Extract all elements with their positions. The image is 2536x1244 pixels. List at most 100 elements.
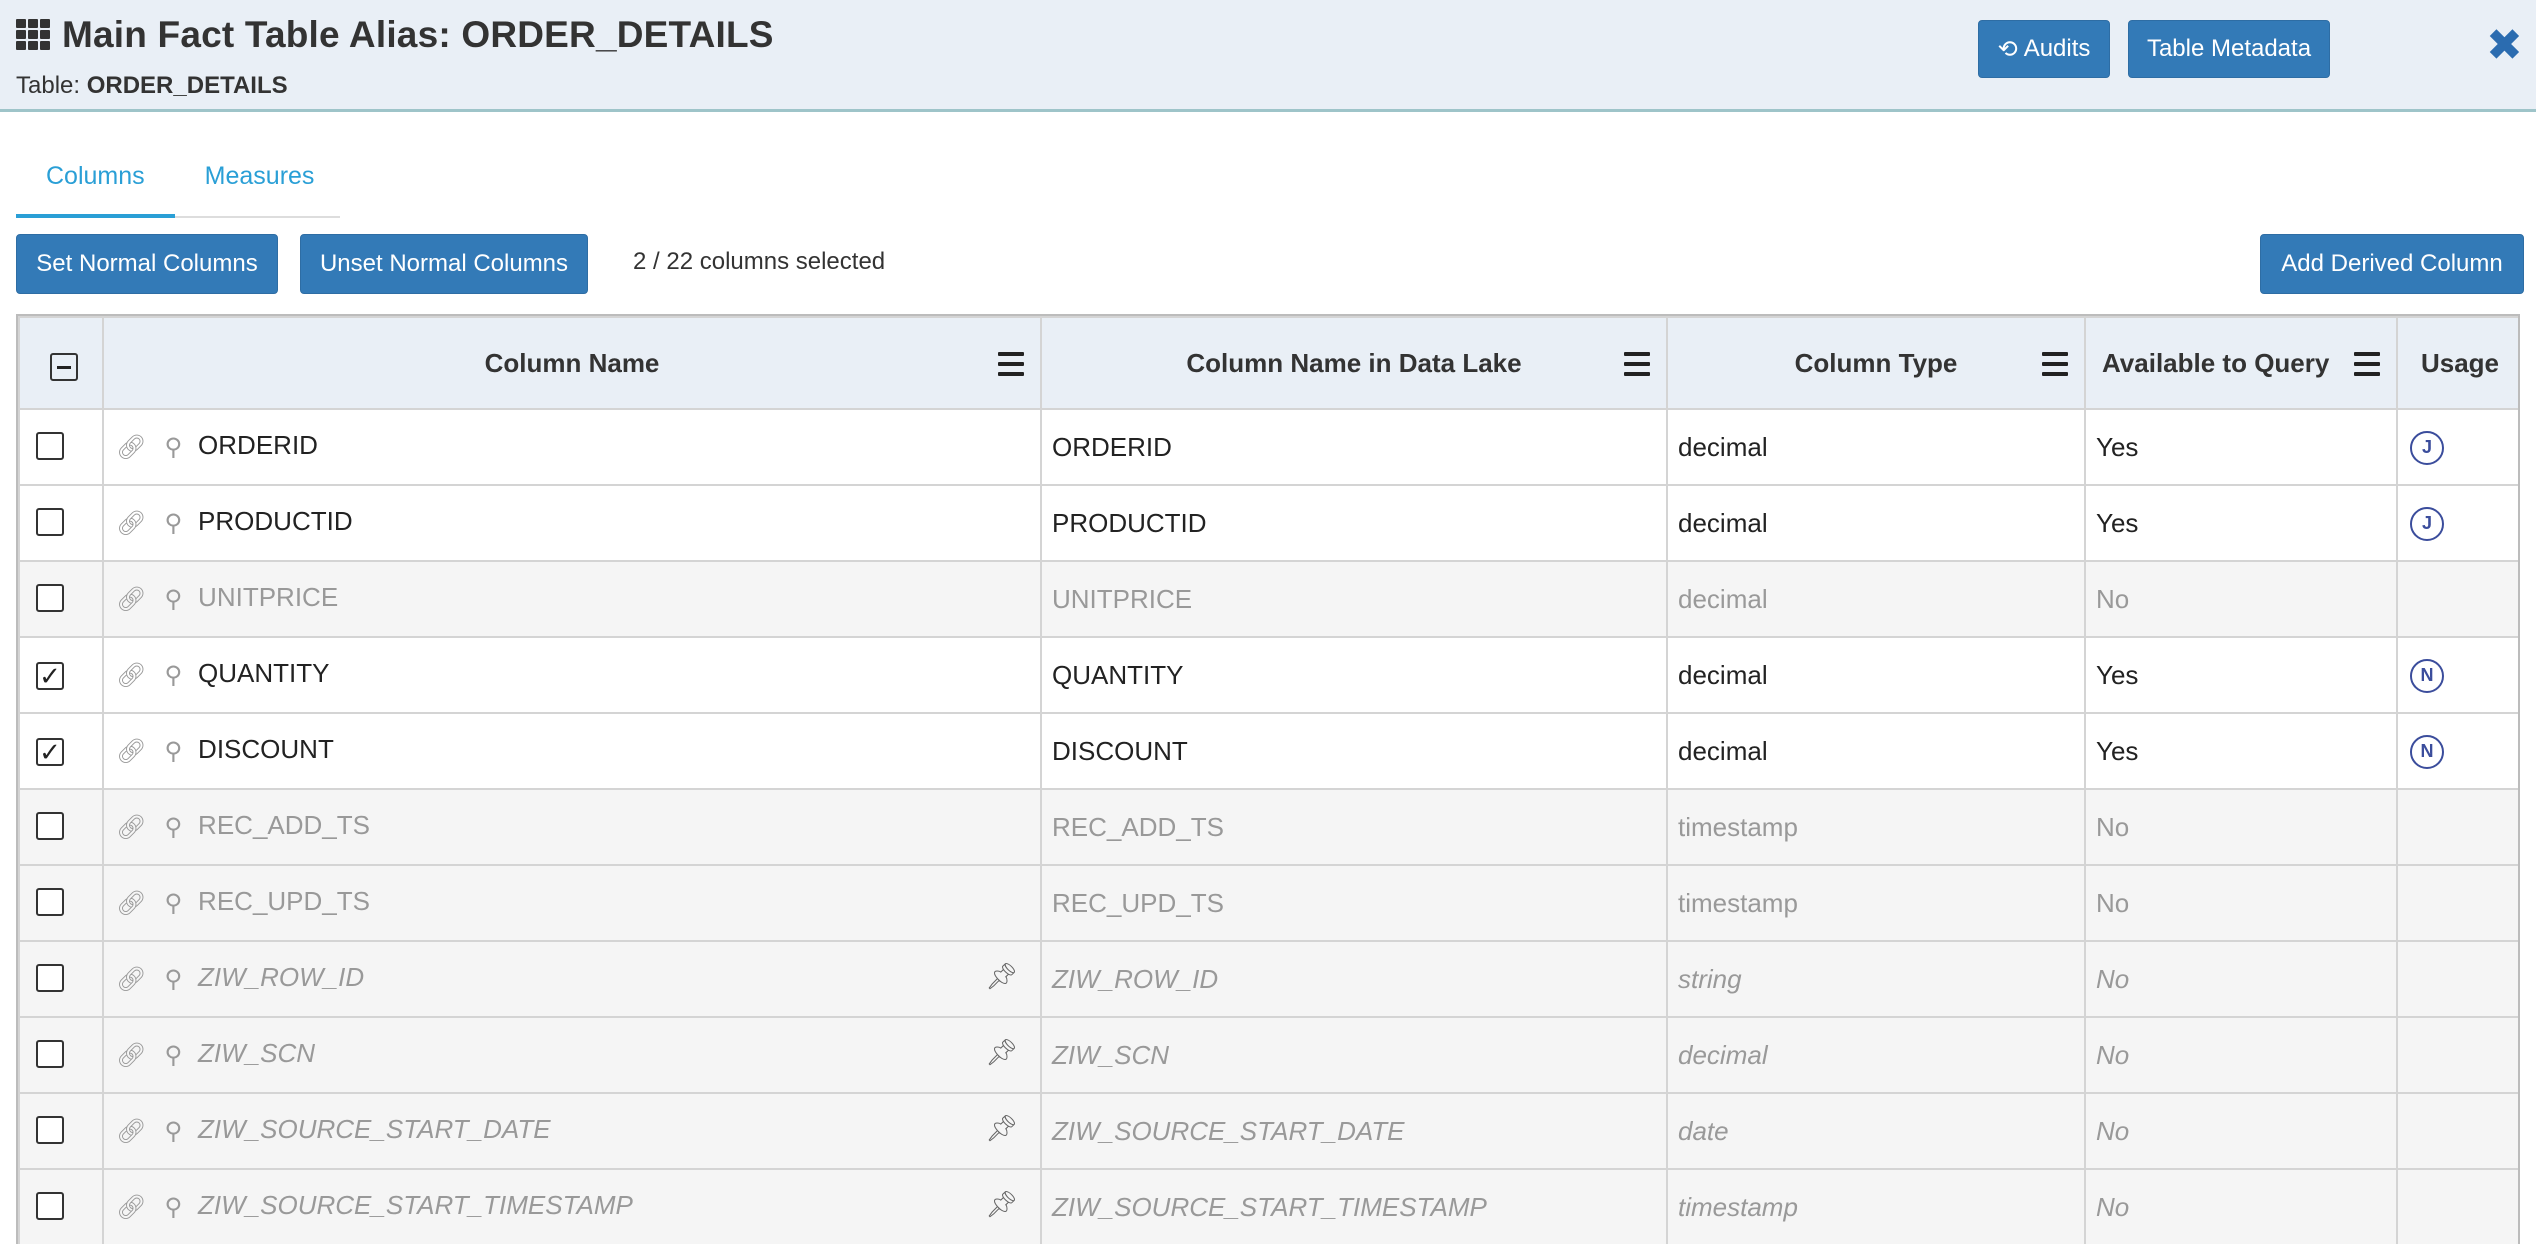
column-name: ORDERID xyxy=(198,429,318,460)
link-icon[interactable]: 🔗︎ xyxy=(116,661,146,690)
row-checkbox[interactable] xyxy=(36,507,64,536)
available-header[interactable]: Available to Query xyxy=(2084,316,2398,410)
usage-badge: J xyxy=(2410,506,2444,541)
table-row[interactable]: 🔗︎ ⚲ REC_UPD_TS REC_UPD_TS timestamp No xyxy=(18,864,2518,942)
column-name: QUANTITY xyxy=(198,657,330,688)
search-icon[interactable]: ⚲ xyxy=(164,433,182,462)
link-icon[interactable]: 🔗︎ xyxy=(116,1193,146,1222)
column-type-cell: decimal xyxy=(1666,484,2086,562)
usage-cell xyxy=(2396,560,2518,638)
search-icon[interactable]: ⚲ xyxy=(164,585,182,614)
select-all-checkbox[interactable] xyxy=(50,353,78,382)
search-icon[interactable]: ⚲ xyxy=(164,813,182,842)
menu-icon[interactable] xyxy=(998,352,1024,376)
table-row[interactable]: 🔗︎ ⚲ ORDERID ORDERID decimal Yes J xyxy=(18,408,2518,486)
row-checkbox[interactable] xyxy=(36,963,64,992)
table-row[interactable]: 🔗︎⚲QUANTITYQUANTITYdecimalYesN xyxy=(18,636,2518,714)
lake-name-cell: ZIW_SOURCE_START_TIMESTAMP xyxy=(1040,1168,1668,1244)
column-name-header[interactable]: Column Name xyxy=(102,316,1042,410)
column-name-cell: 🔗︎ ⚲ ZIW_SOURCE_START_TIMESTAMP 📌︎ xyxy=(102,1168,1042,1244)
usage-badge: N xyxy=(2410,658,2444,693)
search-icon[interactable]: ⚲ xyxy=(164,1193,182,1222)
row-checkbox[interactable] xyxy=(36,738,64,766)
usage-header: Usage xyxy=(2396,316,2518,410)
link-icon[interactable]: 🔗︎ xyxy=(116,813,146,842)
column-name: PRODUCTID xyxy=(198,505,353,536)
add-derived-column-button[interactable]: Add Derived Column xyxy=(2260,234,2524,294)
column-name-cell: 🔗︎ ⚲ ZIW_SOURCE_START_DATE 📌︎ xyxy=(102,1092,1042,1170)
close-icon[interactable]: ✖ xyxy=(2486,24,2523,68)
available-cell: No xyxy=(2084,560,2398,638)
column-name-cell: 🔗︎ ⚲ REC_UPD_TS xyxy=(102,864,1042,942)
audits-label: Audits xyxy=(2023,35,2091,62)
row-checkbox[interactable] xyxy=(36,1191,64,1220)
search-icon[interactable]: ⚲ xyxy=(164,889,182,918)
link-icon[interactable]: 🔗︎ xyxy=(116,737,146,766)
row-checkbox[interactable] xyxy=(36,1115,64,1144)
select-all-header xyxy=(18,316,104,410)
row-checkbox[interactable] xyxy=(36,1039,64,1068)
search-icon[interactable]: ⚲ xyxy=(164,965,182,994)
pin-icon[interactable]: 📌︎ xyxy=(985,961,1018,992)
search-icon[interactable]: ⚲ xyxy=(164,509,182,538)
row-select-cell xyxy=(18,864,104,942)
table-row[interactable]: 🔗︎ ⚲ ZIW_SOURCE_START_DATE 📌︎ ZIW_SOURCE_STA… xyxy=(18,1092,2518,1170)
menu-icon[interactable] xyxy=(1624,352,1650,376)
link-icon[interactable]: 🔗︎ xyxy=(116,1117,146,1146)
row-checkbox[interactable] xyxy=(36,887,64,916)
column-name-cell: 🔗︎ ⚲ ZIW_SCN 📌︎ xyxy=(102,1016,1042,1094)
table-row[interactable]: 🔗︎ ⚲ PRODUCTID PRODUCTID decimal Yes J xyxy=(18,484,2518,562)
link-icon[interactable]: 🔗︎ xyxy=(116,1041,146,1070)
row-checkbox[interactable] xyxy=(36,583,64,612)
tab-columns[interactable]: Columns xyxy=(16,150,175,218)
link-icon[interactable]: 🔗︎ xyxy=(116,585,146,614)
column-name-cell: 🔗︎ ⚲ DISCOUNT xyxy=(102,712,1042,790)
table-row[interactable]: 🔗︎ ⚲ UNITPRICE UNITPRICE decimal No xyxy=(18,560,2518,638)
unset-normal-columns-button[interactable]: Unset Normal Columns xyxy=(300,234,588,294)
search-icon[interactable]: ⚲ xyxy=(164,1041,182,1070)
link-icon[interactable]: 🔗︎ xyxy=(116,889,146,918)
tab-measures[interactable]: Measures xyxy=(175,150,345,218)
row-select-cell xyxy=(18,940,104,1018)
available-cell: No xyxy=(2084,940,2398,1018)
search-icon[interactable]: ⚲ xyxy=(164,661,182,690)
usage-cell: J xyxy=(2396,484,2518,562)
row-select-cell xyxy=(18,1016,104,1094)
table-row[interactable]: 🔗︎⚲DISCOUNTDISCOUNTdecimalYesN xyxy=(18,712,2518,790)
usage-cell xyxy=(2396,788,2518,866)
row-select-cell xyxy=(18,1168,104,1244)
table-row[interactable]: 🔗︎ ⚲ ZIW_SOURCE_START_TIMESTAMP 📌︎ ZIW_SOURC… xyxy=(18,1168,2518,1244)
title-row: Main Fact Table Alias: ORDER_DETAILS xyxy=(16,14,774,56)
column-type-header[interactable]: Column Type xyxy=(1666,316,2086,410)
lake-name-header[interactable]: Column Name in Data Lake xyxy=(1040,316,1668,410)
column-name: DISCOUNT xyxy=(198,733,334,764)
pin-icon[interactable]: 📌︎ xyxy=(985,1037,1018,1068)
table-row[interactable]: 🔗︎ ⚲ REC_ADD_TS REC_ADD_TS timestamp No xyxy=(18,788,2518,866)
row-select-cell xyxy=(18,636,104,714)
menu-icon[interactable] xyxy=(2042,352,2068,376)
search-icon[interactable]: ⚲ xyxy=(164,737,182,766)
set-normal-columns-button[interactable]: Set Normal Columns xyxy=(16,234,278,294)
available-header-label: Available to Query xyxy=(2102,347,2330,378)
link-icon[interactable]: 🔗︎ xyxy=(116,509,146,538)
link-icon[interactable]: 🔗︎ xyxy=(116,965,146,994)
pin-icon[interactable]: 📌︎ xyxy=(985,1113,1018,1144)
table-row[interactable]: 🔗︎ ⚲ ZIW_SCN 📌︎ ZIW_SCN decimal No xyxy=(18,1016,2518,1094)
column-type-cell: timestamp xyxy=(1666,788,2086,866)
table-row[interactable]: 🔗︎ ⚲ ZIW_ROW_ID 📌︎ ZIW_ROW_ID string No xyxy=(18,940,2518,1018)
lake-name-header-label: Column Name in Data Lake xyxy=(1186,347,1522,378)
row-select-cell xyxy=(18,560,104,638)
row-checkbox[interactable] xyxy=(36,431,64,460)
table-metadata-button[interactable]: Table Metadata xyxy=(2128,20,2330,78)
search-icon[interactable]: ⚲ xyxy=(164,1117,182,1146)
available-cell: Yes xyxy=(2084,484,2398,562)
available-cell: No xyxy=(2084,1092,2398,1170)
audits-button[interactable]: ⟲ Audits xyxy=(1978,20,2110,78)
link-icon[interactable]: 🔗︎ xyxy=(116,433,146,462)
menu-icon[interactable] xyxy=(2354,352,2380,376)
row-checkbox[interactable] xyxy=(36,662,64,690)
available-cell: No xyxy=(2084,788,2398,866)
row-checkbox[interactable] xyxy=(36,811,64,840)
pin-icon[interactable]: 📌︎ xyxy=(985,1189,1018,1220)
column-name-cell: 🔗︎ ⚲ REC_ADD_TS xyxy=(102,788,1042,866)
